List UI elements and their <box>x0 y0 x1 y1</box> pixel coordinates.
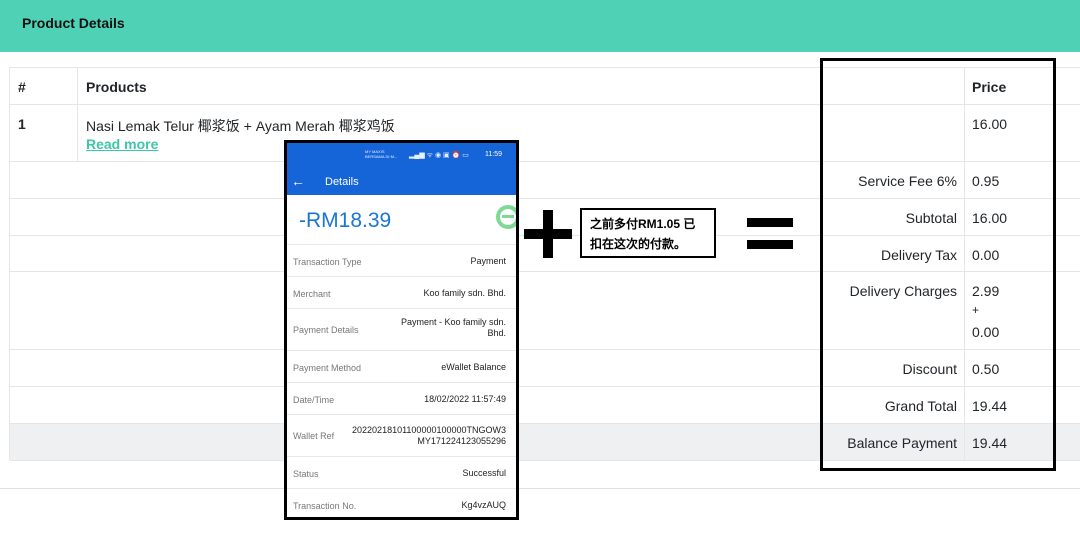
price-highlight-box <box>820 58 1056 471</box>
annotation-note: 之前多付RM1.05 已 扣在这次的付款。 <box>580 208 716 258</box>
receipt-value: Kg4vzAUQ <box>461 500 506 510</box>
receipt-row-transaction-type: Transaction Type Payment <box>287 244 516 276</box>
receipt-value: 20220218101100000100000TNGOW3 <box>352 425 506 435</box>
receipt-label: Date/Time <box>293 395 335 405</box>
receipt-row-payment-details: Payment Details Payment - Koo family sdn… <box>287 308 516 350</box>
receipt-row-wallet-ref: Wallet Ref 20220218101100000100000TNGOW3… <box>287 414 516 456</box>
receipt-row-date-time: Date/Time 18/02/2022 11:57:49 <box>287 382 516 414</box>
back-arrow-icon[interactable]: ← <box>291 173 305 189</box>
receipt-value: 18/02/2022 11:57:49 <box>424 394 506 404</box>
equals-sign <box>747 218 793 227</box>
app-bar-title: Details <box>325 176 359 188</box>
status-carrier: MY MAXIS BERSAMA DI M... <box>365 149 397 159</box>
receipt-row-status: Status Successful <box>287 456 516 488</box>
plus-sign <box>543 210 553 258</box>
receipt-row-payment-method: Payment Method eWallet Balance <box>287 350 516 382</box>
receipt-row-merchant: Merchant Koo family sdn. Bhd. <box>287 276 516 308</box>
annotation-note-text: 之前多付RM1.05 已 扣在这次的付款。 <box>590 214 712 254</box>
receipt-label: Status <box>293 469 319 479</box>
ewallet-receipt-screenshot: MY MAXIS BERSAMA DI M... ▂▄▆ ᯤ ◉ ▣ ⏰ ▭ 1… <box>284 140 519 520</box>
annotation-line: 之前多付RM1.05 已 <box>590 217 696 231</box>
equals-sign <box>747 240 793 249</box>
item-index: 1 <box>18 116 26 132</box>
carrier-subtitle: BERSAMA DI M... <box>365 154 398 159</box>
receipt-label: Wallet Ref <box>293 431 335 441</box>
transaction-amount: -RM18.39 <box>299 209 392 232</box>
receipt-value: Payment <box>470 256 506 266</box>
divider <box>0 488 1080 489</box>
page-title: Product Details <box>22 15 125 31</box>
receipt-row-transaction-no: Transaction No. Kg4vzAUQ <box>287 488 516 517</box>
receipt-value: Payment - Koo family sdn. <box>400 317 506 327</box>
receipt-label: Merchant <box>293 289 331 299</box>
col-products-header: Products <box>86 79 147 95</box>
phone-status-bar: MY MAXIS BERSAMA DI M... ▂▄▆ ᯤ ◉ ▣ ⏰ ▭ 1… <box>287 143 516 169</box>
receipt-value: Successful <box>462 468 506 478</box>
item-name: Nasi Lemak Telur 椰浆饭 + Ayam Merah 椰浆鸡饭 <box>86 118 395 134</box>
status-time: 11:59 <box>485 151 502 158</box>
receipt-value-cont: Bhd. <box>487 328 506 338</box>
receipt-value: eWallet Balance <box>441 362 506 372</box>
col-index-header: # <box>18 79 26 95</box>
wallet-status-icon <box>496 205 516 229</box>
receipt-value-cont: MY171224123055296 <box>417 436 506 446</box>
receipt-label: Transaction No. <box>293 501 357 511</box>
signal-wifi-battery-icon: ▂▄▆ ᯤ ◉ ▣ ⏰ ▭ <box>409 152 469 159</box>
annotation-line: 扣在这次的付款。 <box>590 237 687 251</box>
receipt-label: Payment Method <box>293 363 362 373</box>
page-header: Product Details <box>0 0 1080 52</box>
column-divider <box>77 68 78 162</box>
receipt-label: Transaction Type <box>293 257 362 267</box>
phone-app-bar: ← Details <box>287 169 516 195</box>
receipt-value: Koo family sdn. Bhd. <box>423 288 506 298</box>
receipt-label: Payment Details <box>293 325 359 335</box>
read-more-link[interactable]: Read more <box>86 136 158 152</box>
